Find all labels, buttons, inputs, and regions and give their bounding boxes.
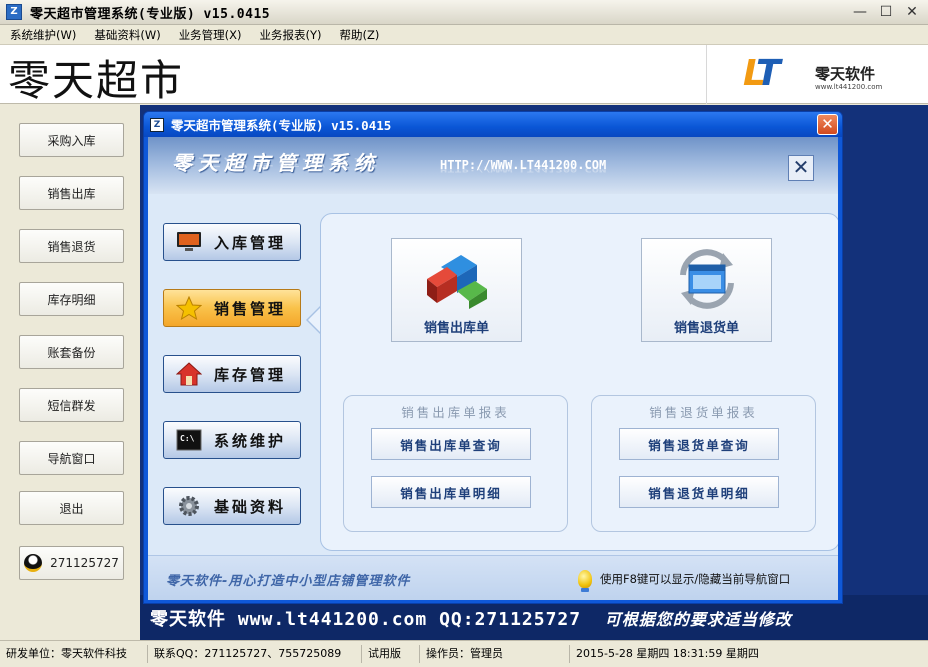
logo-mark: LT [743,53,780,94]
footer-tip-text: 使用F8键可以显示/隐藏当前导航窗口 [600,572,791,586]
sidebar-item-stock-detail[interactable]: 库存明细 [19,282,124,316]
sales-out-tile[interactable]: 销售出库单 [391,238,522,342]
nav-inbound[interactable]: 入库管理 [163,223,301,261]
dialog-title: 零天超市管理系统(专业版) v15.0415 [171,118,392,133]
sales-return-query-button[interactable]: 销售退货单查询 [619,428,779,460]
brand-title: 零天超市 [8,56,185,105]
company-logo: LT 零天软件 www.lt441200.com [706,45,922,104]
dialog-titlebar: Z 零天超市管理系统(专业版) v15.0415 ✕ [144,112,842,137]
status-edition: 试用版 [362,645,420,663]
menu-help[interactable]: 帮助(Z) [340,27,380,43]
desktop-slogan: 零天软件 www.lt441200.com QQ:271125727 可根据您的… [150,605,792,631]
refresh-window-icon [671,245,743,313]
puzzle-icon [421,245,493,313]
dialog-banner: 零天超市管理系统 零天超市管理系统 HTTP://WWW.LT441200.CO… [148,137,838,194]
sidebar-item-sales-return[interactable]: 销售退货 [19,229,124,263]
qq-number: 271125727 [50,556,119,570]
footer-slogan: 零天软件-用心打造中小型店铺管理软件 [166,574,411,589]
close-button[interactable]: ✕ [904,3,920,21]
status-bar: 研发单位：零天软件科技 联系QQ：271125727、755725089 试用版… [0,640,928,667]
menu-business[interactable]: 业务管理(X) [179,27,242,43]
nav-inventory[interactable]: 库存管理 [163,355,301,393]
dialog-footer: 零天软件-用心打造中小型店铺管理软件 使用F8键可以显示/隐藏当前导航窗口 [148,555,838,600]
nav-basic-data[interactable]: 基础资料 [163,487,301,525]
group-title: 销售出库单报表 [401,405,510,420]
sales-out-report-group: 销售出库单报表 销售出库单查询 销售出库单明细 [343,395,568,532]
slogan-text: 零天软件 www.lt441200.com QQ:271125727 [150,609,582,630]
sidebar-item-sms[interactable]: 短信群发 [19,388,124,422]
menu-system-maintenance[interactable]: 系统维护(W) [10,27,76,43]
qq-penguin-icon [24,554,43,572]
logo-url: www.lt441200.com [815,83,883,91]
sales-return-detail-button[interactable]: 销售退货单明细 [619,476,779,508]
house-icon [176,362,202,386]
dialog-body: 零天超市管理系统 零天超市管理系统 HTTP://WWW.LT441200.CO… [148,137,838,600]
navigation-dialog: Z 零天超市管理系统(专业版) v15.0415 ✕ 零天超市管理系统 零天超市… [143,111,843,604]
sidebar-qq-button[interactable]: 271125727 [19,546,124,580]
terminal-icon: C:\ [176,428,202,452]
banner-close-button[interactable]: ✕ [788,155,814,181]
lightbulb-icon [578,570,592,592]
sidebar-item-backup[interactable]: 账套备份 [19,335,124,369]
banner-title-reflection: 零天超市管理系统 [172,155,380,169]
sales-out-query-button[interactable]: 销售出库单查询 [371,428,531,460]
footer-tip: 使用F8键可以显示/隐藏当前导航窗口 [578,570,791,592]
status-operator: 操作员：管理员 [420,645,570,663]
minimize-button[interactable]: — [852,3,868,21]
sales-out-detail-button[interactable]: 销售出库单明细 [371,476,531,508]
status-contact: 联系QQ：271125727、755725089 [148,645,362,663]
status-datetime: 2015-5-28 星期四 18:31:59 星期四 [576,647,759,660]
sales-return-tile[interactable]: 销售退货单 [641,238,772,342]
sidebar-item-purchase-in[interactable]: 采购入库 [19,123,124,157]
maximize-button[interactable]: ☐ [878,3,894,21]
nav-system[interactable]: C:\ 系统维护 [163,421,301,459]
panel-pointer-inner [308,308,320,332]
nav-sales[interactable]: 销售管理 [163,289,301,327]
logo-name: 零天软件 [815,65,876,83]
sales-return-report-group: 销售退货单报表 销售退货单查询 销售退货单明细 [591,395,816,532]
menu-bar: 系统维护(W) 基础资料(W) 业务管理(X) 业务报表(Y) 帮助(Z) [0,25,928,45]
sidebar-item-sales-out[interactable]: 销售出库 [19,176,124,210]
menu-basic-data[interactable]: 基础资料(W) [94,27,160,43]
dialog-close-button[interactable]: ✕ [817,114,838,135]
sidebar-item-exit[interactable]: 退出 [19,491,124,525]
monitor-icon [176,230,202,254]
slogan-note: 可根据您的要求适当修改 [604,610,792,629]
menu-reports[interactable]: 业务报表(Y) [260,27,322,43]
window-title: 零天超市管理系统(专业版) v15.0415 [30,6,271,22]
left-sidebar: 采购入库 销售出库 销售退货 库存明细 账套备份 短信群发 导航窗口 退出 27… [0,105,140,640]
sidebar-item-nav-window[interactable]: 导航窗口 [19,441,124,475]
gear-icon [176,494,202,518]
banner-url-reflection: HTTP://WWW.LT441200.COM [440,165,607,174]
group-title: 销售退货单报表 [649,405,758,420]
app-icon: Z [6,4,22,20]
status-developer: 研发单位：零天软件科技 [0,645,148,663]
dialog-app-icon: Z [150,117,164,132]
header-banner: 零天超市 LT 零天软件 www.lt441200.com [0,45,928,105]
svg-text:C:\: C:\ [180,434,195,443]
star-icon [176,296,202,320]
window-titlebar: Z 零天超市管理系统(专业版) v15.0415 — ☐ ✕ [0,0,928,25]
